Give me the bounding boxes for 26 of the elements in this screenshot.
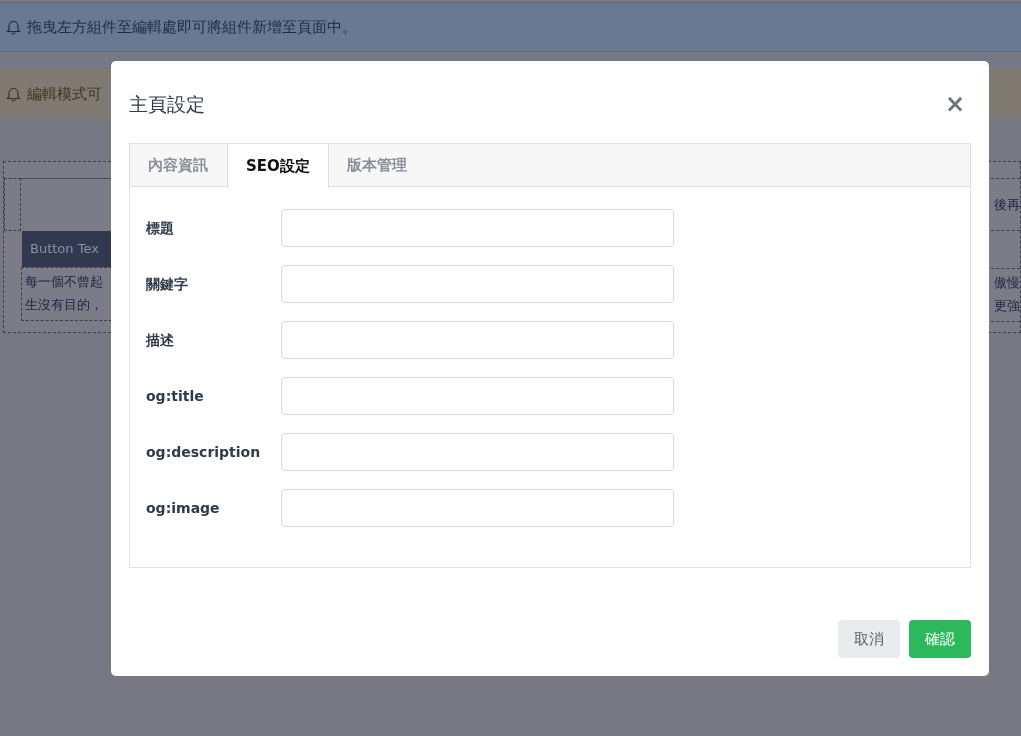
field-label: og:image xyxy=(146,498,221,518)
text-block: 後再 xyxy=(991,178,1020,231)
field-label: og:title xyxy=(146,386,205,406)
input-field[interactable] xyxy=(281,489,674,527)
sample-button[interactable]: Button Tex xyxy=(22,231,112,267)
tab[interactable]: 版本管理 xyxy=(328,144,426,187)
input-field[interactable] xyxy=(281,433,674,471)
confirm-button[interactable]: 確認 xyxy=(909,620,971,658)
input-field[interactable] xyxy=(281,209,674,247)
field-label: 描述 xyxy=(146,330,175,350)
input-field[interactable] xyxy=(281,321,674,359)
field-label: 關鍵字 xyxy=(146,274,189,294)
input-field[interactable] xyxy=(281,377,674,415)
tab[interactable]: SEO設定 xyxy=(227,144,329,188)
field-label: og:description xyxy=(146,442,262,462)
field-label: 標題 xyxy=(146,218,175,238)
close-button[interactable]: × xyxy=(938,92,971,116)
alert-text: 編輯模式可 xyxy=(27,83,102,105)
text-block: 傲慢 更強 xyxy=(991,268,1020,322)
cancel-button[interactable]: 取消 xyxy=(838,620,900,658)
tab[interactable]: 內容資訊 xyxy=(130,144,227,187)
bell-icon xyxy=(6,86,21,102)
modal-title: 主頁設定 xyxy=(129,92,205,116)
alert-text: 拖曳左方組件至編輯處即可將組件新增至頁面中。 xyxy=(27,16,357,38)
input-field[interactable] xyxy=(281,265,674,303)
bell-icon xyxy=(6,19,21,35)
